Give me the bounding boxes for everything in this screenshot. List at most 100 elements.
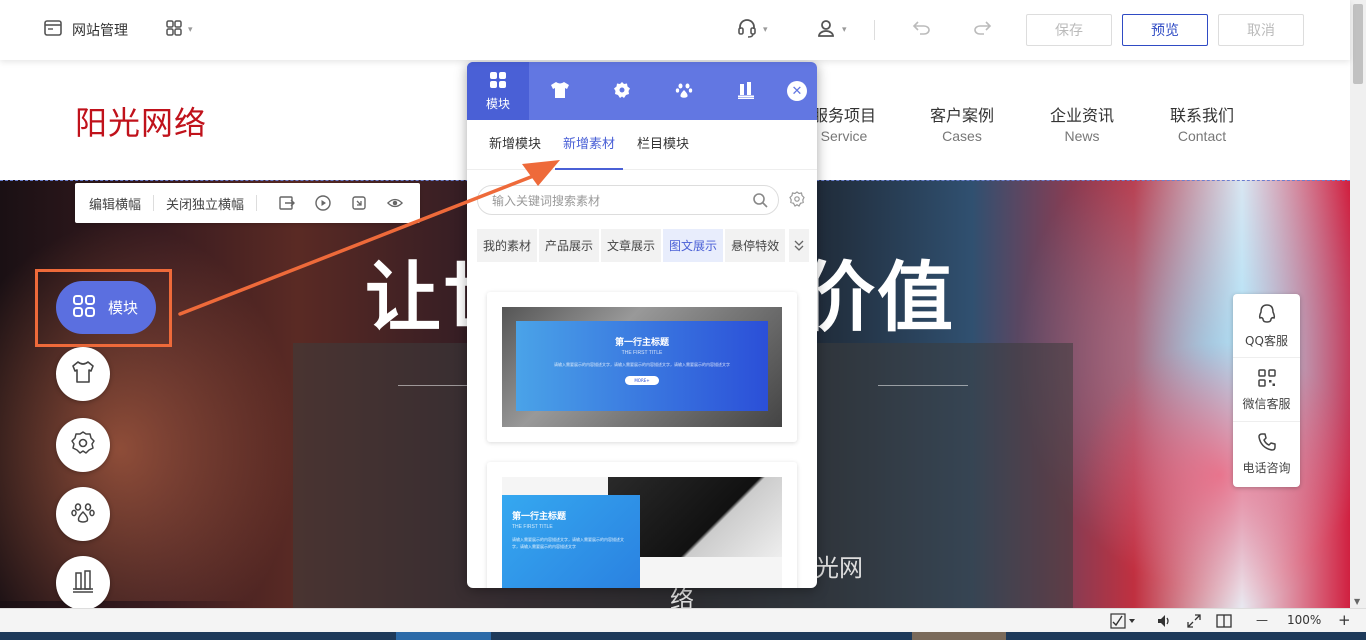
performance-icon[interactable] [1110,613,1136,629]
search-icon[interactable] [752,192,768,211]
divider [874,20,875,40]
thumbnail-text-block: 第一行主标题 THE FIRST TITLE 请输入需要展示的内容描述文字，请输… [502,495,640,588]
banner-subtitle-right: 光网 [815,554,863,582]
divider [878,385,968,386]
module-button[interactable]: 模块 [56,281,156,334]
wechat-service-button[interactable]: 微信客服 [1233,358,1300,422]
pages-button[interactable] [56,556,110,610]
panel-tab-modules[interactable]: 模块 [467,62,529,120]
switch-icon[interactable] [279,195,296,211]
apps-menu-button[interactable]: ▾ [166,20,193,40]
zoom-level: 100% [1287,613,1322,627]
material-card[interactable]: 第一行主标题 THE FIRST TITLE 请输入需要展示的内容描述文字，请输… [487,292,797,442]
subtab-new-module[interactable]: 新增模块 [481,120,549,170]
category-product-display[interactable]: 产品展示 [539,229,600,262]
redo-icon [972,18,992,40]
subtab-new-material[interactable]: 新增素材 [555,120,624,170]
chevron-double-down-icon[interactable] [789,229,810,262]
nav-label-en: News [1064,128,1100,144]
site-manage-label: 网站管理 [72,23,128,39]
undo-icon [912,18,932,40]
play-icon[interactable] [315,195,331,211]
material-card[interactable]: 第一行主标题 THE FIRST TITLE 请输入需要展示的内容描述文字，请输… [487,462,797,588]
panel-tab-seo[interactable] [653,62,715,120]
thumbnail-title: 第一行主标题 [512,512,567,522]
user-icon [816,18,836,42]
settings-button[interactable] [56,418,110,472]
material-thumbnail: 第一行主标题 THE FIRST TITLE 请输入需要展示的内容描述文字，请输… [502,477,782,588]
undo-button[interactable] [912,18,932,40]
nav-label-en: Contact [1177,128,1227,144]
chevron-down-icon: ▾ [188,25,193,35]
seo-button[interactable] [56,487,110,541]
banner-toolbar: 编辑横幅 关闭独立横幅 [75,183,420,223]
qq-service-button[interactable]: QQ客服 [1233,294,1300,358]
paw-icon [675,81,693,102]
panel-tab-theme[interactable] [529,62,591,120]
edit-banner-button[interactable]: 编辑横幅 [89,194,141,213]
nav-item-contact[interactable]: 联系我们 Contact [1147,102,1257,144]
scrollbar-thumb[interactable] [1353,4,1363,84]
subtab-column-module[interactable]: 栏目模块 [629,120,697,170]
grid-icon [72,294,96,322]
gear-icon [70,430,96,460]
preview-button[interactable]: 预览 [1122,14,1208,46]
zoom-out-button[interactable]: — [1256,613,1268,627]
shirt-icon [550,81,570,102]
nav-item-news[interactable]: 企业资讯 News [1027,102,1137,144]
panel-tab-bar: 模块 ✕ [467,62,817,120]
gear-icon [613,81,631,102]
theme-button[interactable] [56,347,110,401]
phone-consult-button[interactable]: 电话咨询 [1233,422,1300,486]
eye-icon[interactable] [387,195,404,211]
shirt-icon [70,359,96,389]
save-button[interactable]: 保存 [1026,14,1112,46]
thumbnail-body: 请输入需要展示的内容描述文字，请输入需要展示的内容描述文字，请输入需要展示的内容… [554,362,730,367]
close-icon[interactable]: ✕ [787,81,807,101]
taskbar-app[interactable] [912,632,1006,640]
material-search-input[interactable]: 输入关键词搜索素材 [477,185,779,215]
building-icon [70,568,96,598]
editor-topbar: 网站管理 ▾ ▾ ▾ 保存 预览 取消 [0,0,1350,60]
taskbar-app[interactable] [396,632,491,640]
panel-tab-pages[interactable] [715,62,777,120]
module-button-label: 模块 [108,299,139,317]
replace-image-icon[interactable] [351,195,367,211]
panel-tab-settings[interactable] [591,62,653,120]
browser-statusbar: — 100% + [0,608,1366,632]
zoom-in-button[interactable]: + [1338,611,1351,629]
volume-icon[interactable] [1156,613,1172,629]
module-panel: 模块 ✕ 新增模块 新增素材 栏目模块 输入关键词搜索素材 我的素材 产品展示 … [467,62,817,588]
user-menu-button[interactable]: ▾ [816,18,847,42]
nav-item-cases[interactable]: 客户案例 Cases [907,102,1017,144]
divider [153,195,155,211]
gear-icon[interactable] [789,191,805,211]
cancel-button[interactable]: 取消 [1218,14,1304,46]
support-menu-button[interactable]: ▾ [737,18,768,42]
thumbnail-banner: 第一行主标题 THE FIRST TITLE 请输入需要展示的内容描述文字，请输… [516,321,768,411]
phone-consult-label: 电话咨询 [1242,461,1291,475]
category-article-display[interactable]: 文章展示 [601,229,662,262]
category-image-text-display[interactable]: 图文展示 [663,229,724,262]
thumbnail-button: MORE+ [625,376,659,385]
category-hover-effects[interactable]: 悬停特效 [725,229,786,262]
panel-subtabs: 新增模块 新增素材 栏目模块 [467,120,817,170]
split-view-icon[interactable] [1216,613,1232,629]
panel-tab-label: 模块 [485,96,510,111]
thumbnail-subtitle: THE FIRST TITLE [512,524,553,530]
page-scrollbar[interactable]: ▼ [1350,0,1366,608]
site-logo[interactable]: 阳光网络 [75,98,207,144]
site-manage-icon [44,20,62,40]
close-independent-banner-button[interactable]: 关闭独立横幅 [166,194,244,213]
redo-button[interactable] [972,18,992,40]
category-my-materials[interactable]: 我的素材 [477,229,538,262]
qr-code-icon [1257,368,1277,391]
grid-icon [166,20,182,40]
paw-icon [70,499,96,529]
scroll-down-icon[interactable]: ▼ [1354,597,1360,606]
thumbnail-title: 第一行主标题 [614,338,669,348]
contact-widget: QQ客服 微信客服 电话咨询 [1233,294,1300,487]
qq-icon [1257,303,1277,328]
site-manage-button[interactable]: 网站管理 [44,20,128,40]
fullscreen-icon[interactable] [1186,613,1202,629]
